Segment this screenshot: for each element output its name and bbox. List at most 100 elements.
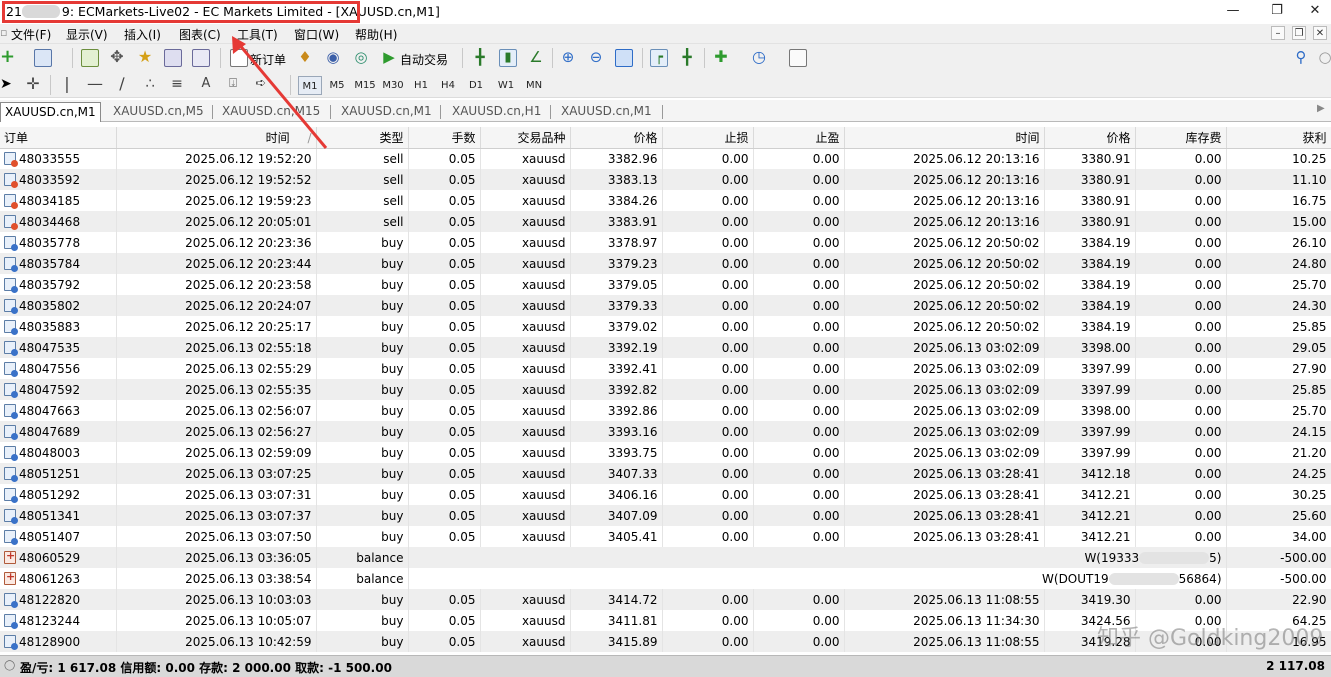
- indicators-icon[interactable]: ✚: [712, 49, 730, 67]
- mdi-restore-icon[interactable]: ❐: [1292, 26, 1306, 40]
- table-row[interactable]: 480612632025.06.13 03:38:54balanceW(DOUT…: [0, 568, 1331, 589]
- col-type[interactable]: 类型: [316, 127, 409, 149]
- chart-tab[interactable]: XAUUSD.cn,M1: [337, 102, 436, 122]
- navigator-icon[interactable]: ✥: [108, 49, 126, 67]
- table-row[interactable]: 48047663 2025.06.13 02:56:07 buy 0.05 xauusd…: [0, 400, 1331, 421]
- timeframe-m15[interactable]: M15: [353, 76, 377, 95]
- chart-tab[interactable]: XAUUSD.cn,M15: [218, 102, 324, 122]
- bar-chart-icon[interactable]: ╋: [471, 49, 489, 67]
- menu-window[interactable]: 窗口(W): [294, 26, 339, 43]
- timeframe-h4[interactable]: H4: [438, 76, 458, 95]
- tile-windows-icon[interactable]: [615, 49, 633, 67]
- fibonacci-icon[interactable]: ≡: [168, 76, 186, 94]
- new-order-button[interactable]: 新订单: [250, 51, 286, 68]
- tabs-scroll-icon[interactable]: ▶: [1317, 103, 1325, 114]
- close-button[interactable]: ✕: [1302, 2, 1328, 20]
- col-tp[interactable]: 止盈: [753, 127, 845, 149]
- table-row[interactable]: 48047592 2025.06.13 02:55:35 buy 0.05 xauusd…: [0, 379, 1331, 400]
- trendline-icon[interactable]: ∕: [113, 76, 131, 94]
- chart-tab[interactable]: XAUUSD.cn,M5: [109, 102, 208, 122]
- tester-icon[interactable]: [192, 49, 210, 67]
- timeframe-m5[interactable]: M5: [326, 76, 348, 95]
- table-row[interactable]: 48048003 2025.06.13 02:59:09 buy 0.05 xauusd…: [0, 442, 1331, 463]
- terminal-icon[interactable]: [164, 49, 182, 67]
- text-label-icon[interactable]: ⍗: [224, 76, 242, 94]
- horizontal-line-icon[interactable]: —: [86, 76, 104, 94]
- col-swap[interactable]: 库存费: [1135, 127, 1227, 149]
- col-order[interactable]: 订单: [0, 127, 117, 149]
- market-watch-icon[interactable]: [81, 49, 99, 67]
- menu-file[interactable]: 文件(F): [11, 26, 51, 43]
- vertical-line-icon[interactable]: |: [58, 76, 76, 94]
- profiles-icon[interactable]: [34, 49, 52, 67]
- menu-help[interactable]: 帮助(H): [355, 26, 397, 43]
- menu-insert[interactable]: 插入(I): [124, 26, 161, 43]
- new-order-icon[interactable]: [230, 49, 248, 67]
- auto-scroll-icon[interactable]: ┍: [650, 49, 668, 67]
- channel-icon[interactable]: ∴: [141, 76, 159, 94]
- table-row[interactable]: 48035778 2025.06.12 20:23:36 buy 0.05 xauusd…: [0, 232, 1331, 253]
- candlestick-icon[interactable]: ▮: [499, 49, 517, 67]
- mdi-close-icon[interactable]: ✕: [1313, 26, 1327, 40]
- col-symbol[interactable]: 交易品种: [480, 127, 571, 149]
- col-open-time[interactable]: 时间 /: [116, 127, 317, 149]
- metaeditor-icon[interactable]: ♦: [296, 49, 314, 67]
- table-row[interactable]: 480605292025.06.13 03:36:05balanceW(1933…: [0, 547, 1331, 568]
- table-row[interactable]: 48034468 2025.06.12 20:05:01 sell 0.05 xauus…: [0, 211, 1331, 232]
- minimize-button[interactable]: —: [1220, 2, 1246, 20]
- line-chart-icon[interactable]: ∠: [527, 49, 545, 67]
- timeframe-m30[interactable]: M30: [381, 76, 405, 95]
- templates-icon[interactable]: [789, 49, 807, 67]
- vps-icon[interactable]: ◎: [352, 49, 370, 67]
- table-row[interactable]: 48051292 2025.06.13 03:07:31 buy 0.05 xauusd…: [0, 484, 1331, 505]
- col-close-time[interactable]: 时间: [844, 127, 1045, 149]
- menu-tools[interactable]: 工具(T): [237, 26, 278, 43]
- chart-tab[interactable]: XAUUSD.cn,H1: [448, 102, 545, 122]
- menu-charts[interactable]: 图表(C): [179, 26, 221, 43]
- timeframe-w1[interactable]: W1: [494, 76, 518, 95]
- new-chart-icon[interactable]: +: [0, 48, 18, 67]
- chat-icon[interactable]: ○: [1316, 49, 1331, 67]
- periods-icon[interactable]: ◷: [750, 49, 768, 67]
- text-icon[interactable]: A: [197, 76, 215, 94]
- search-icon[interactable]: ⚲: [1292, 49, 1310, 67]
- cursor-icon[interactable]: ➤: [0, 76, 18, 94]
- auto-trade-button[interactable]: 自动交易: [400, 51, 448, 68]
- table-row[interactable]: 48047556 2025.06.13 02:55:29 buy 0.05 xauusd…: [0, 358, 1331, 379]
- zoom-out-icon[interactable]: ⊖: [587, 49, 605, 67]
- timeframe-mn[interactable]: MN: [522, 76, 546, 95]
- timeframe-d1[interactable]: D1: [466, 76, 486, 95]
- chart-tab[interactable]: XAUUSD.cn,M1: [557, 102, 656, 122]
- chart-shift-icon[interactable]: ╋: [678, 49, 696, 67]
- signals-icon[interactable]: ◉: [324, 49, 342, 67]
- table-row[interactable]: 48033555 2025.06.12 19:52:20 sell 0.05 xauus…: [0, 148, 1331, 169]
- mdi-minimize-icon[interactable]: –: [1271, 26, 1285, 40]
- col-price[interactable]: 价格: [570, 127, 663, 149]
- col-close-price[interactable]: 价格: [1044, 127, 1136, 149]
- menu-view[interactable]: 显示(V): [66, 26, 108, 43]
- maximize-button[interactable]: ❐: [1264, 2, 1290, 20]
- chart-tab[interactable]: XAUUSD.cn,M1: [0, 102, 101, 122]
- favorites-icon[interactable]: ★: [136, 49, 154, 67]
- timeframe-m1[interactable]: M1: [298, 76, 322, 95]
- table-row[interactable]: 48035792 2025.06.12 20:23:58 buy 0.05 xauusd…: [0, 274, 1331, 295]
- table-row[interactable]: 48047689 2025.06.13 02:56:27 buy 0.05 xauusd…: [0, 421, 1331, 442]
- table-row[interactable]: 48122820 2025.06.13 10:03:03 buy 0.05 xauusd…: [0, 589, 1331, 610]
- table-row[interactable]: 48035802 2025.06.12 20:24:07 buy 0.05 xauusd…: [0, 295, 1331, 316]
- table-row[interactable]: 48051251 2025.06.13 03:07:25 buy 0.05 xauusd…: [0, 463, 1331, 484]
- auto-trade-icon[interactable]: ▶: [380, 49, 398, 67]
- table-row[interactable]: 48035784 2025.06.12 20:23:44 buy 0.05 xauusd…: [0, 253, 1331, 274]
- col-lots[interactable]: 手数: [408, 127, 481, 149]
- zoom-in-icon[interactable]: ⊕: [559, 49, 577, 67]
- table-row[interactable]: 48033592 2025.06.12 19:52:52 sell 0.05 xauus…: [0, 169, 1331, 190]
- table-row[interactable]: 48035883 2025.06.12 20:25:17 buy 0.05 xauusd…: [0, 316, 1331, 337]
- col-profit[interactable]: 获利: [1226, 127, 1331, 149]
- table-row[interactable]: 48047535 2025.06.13 02:55:18 buy 0.05 xauusd…: [0, 337, 1331, 358]
- table-row[interactable]: 48051407 2025.06.13 03:07:50 buy 0.05 xauusd…: [0, 526, 1331, 547]
- timeframe-h1[interactable]: H1: [411, 76, 431, 95]
- table-row[interactable]: 48034185 2025.06.12 19:59:23 sell 0.05 xauus…: [0, 190, 1331, 211]
- arrows-icon[interactable]: ➪: [252, 76, 270, 94]
- table-row[interactable]: 48051341 2025.06.13 03:07:37 buy 0.05 xauusd…: [0, 505, 1331, 526]
- col-sl[interactable]: 止损: [662, 127, 754, 149]
- crosshair-icon[interactable]: ✛: [24, 76, 42, 94]
